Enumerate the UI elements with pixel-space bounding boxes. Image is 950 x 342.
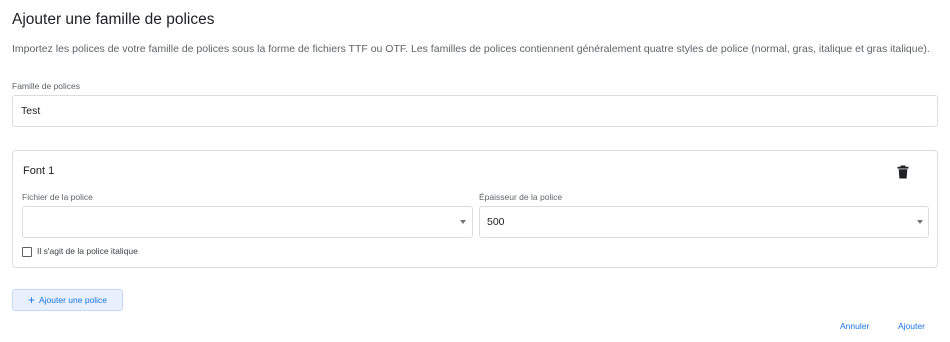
font-file-select[interactable] xyxy=(22,206,473,238)
font-weight-chevron-down-icon xyxy=(917,220,923,224)
plus-icon: + xyxy=(27,292,35,307)
font-file-label: Fichier de la police xyxy=(22,192,93,202)
dialog-description: Importez les polices de votre famille de… xyxy=(12,43,930,55)
family-name-value: Test xyxy=(21,105,41,117)
family-name-input[interactable]: Test xyxy=(12,95,938,127)
cancel-button[interactable]: Annuler xyxy=(840,321,869,331)
family-label: Famille de polices xyxy=(12,81,81,91)
font-weight-value: 500 xyxy=(487,216,505,228)
trash-icon[interactable] xyxy=(897,165,909,179)
add-font-label: Ajouter une police xyxy=(38,295,108,305)
font-weight-select[interactable]: 500 xyxy=(479,206,929,238)
font-weight-label: Épaisseur de la police xyxy=(479,192,563,202)
italic-checkbox-label: Il s'agit de la police italique xyxy=(37,246,138,256)
add-font-button[interactable]: + Ajouter une police xyxy=(12,289,123,311)
font-card-title: Font 1 xyxy=(23,165,55,177)
font-file-chevron-down-icon xyxy=(460,220,466,224)
dialog-title: Ajouter une famille de polices xyxy=(12,11,215,28)
italic-checkbox[interactable] xyxy=(22,247,32,257)
submit-button[interactable]: Ajouter xyxy=(898,321,925,331)
